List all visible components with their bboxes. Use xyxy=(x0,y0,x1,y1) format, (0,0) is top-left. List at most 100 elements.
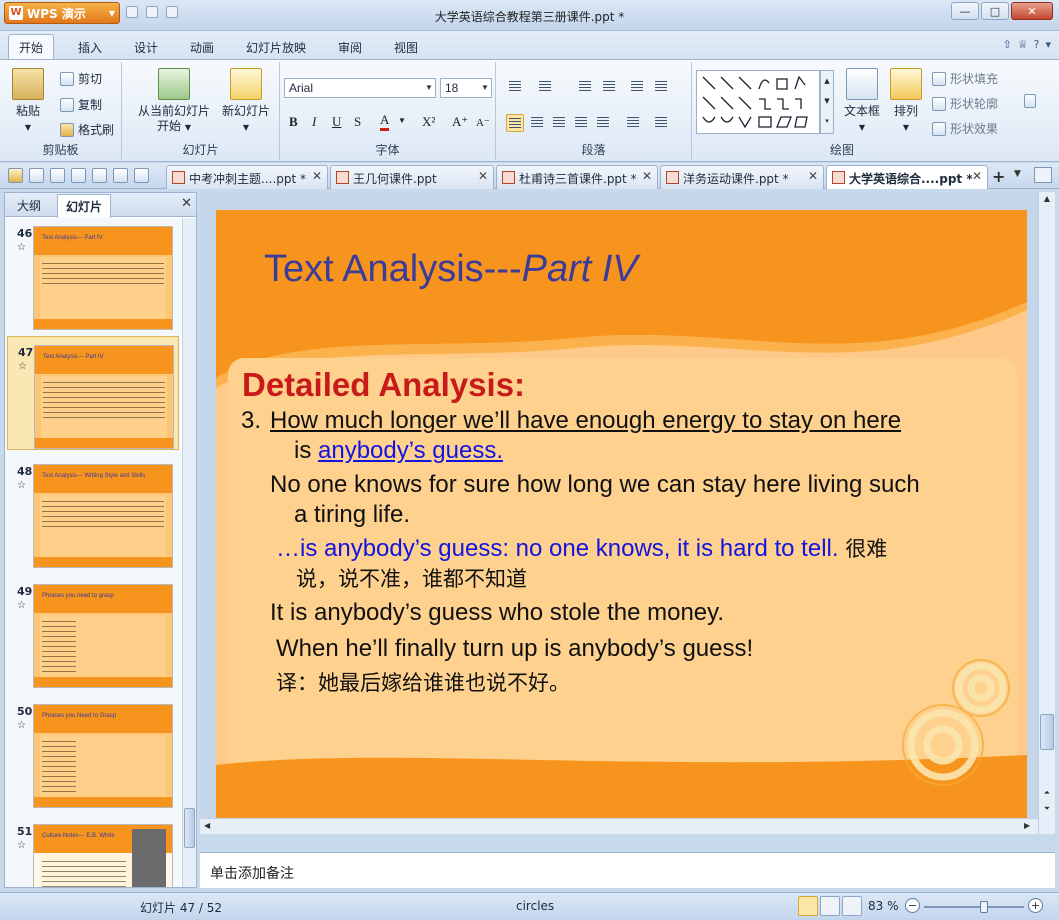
scroll-up-icon[interactable]: ▲ xyxy=(1039,194,1055,203)
chevron-down-icon[interactable]: ▼ xyxy=(398,116,406,125)
copy-button[interactable]: 复制 xyxy=(60,96,102,113)
align-text-icon[interactable] xyxy=(652,78,670,96)
number-list-icon[interactable] xyxy=(536,78,554,96)
up-arrow-icon[interactable]: ⇧ xyxy=(1003,38,1012,51)
slide-thumbnail[interactable]: 50 ☆ Phrases you Need to Grasp xyxy=(7,696,179,810)
print-preview-icon[interactable] xyxy=(71,168,86,183)
italic-button[interactable]: I xyxy=(312,114,316,130)
play-from-current-button[interactable]: 从当前幻灯片 开始 ▼ xyxy=(128,68,220,135)
font-name-select[interactable]: Arial ▼ xyxy=(284,78,436,98)
font-size-select[interactable]: 18 ▼ xyxy=(440,78,492,98)
align-left-icon[interactable] xyxy=(506,114,524,132)
anybodys-guess-link[interactable]: anybody’s guess. xyxy=(318,437,503,464)
text-direction-icon[interactable] xyxy=(628,78,646,96)
slide-thumbnail[interactable]: 51 ☆ Culture Notes--- E.B. White xyxy=(7,816,179,887)
scroll-thumb[interactable] xyxy=(184,808,195,848)
align-right-icon[interactable] xyxy=(550,114,568,132)
tab-slideshow[interactable]: 幻灯片放映 xyxy=(240,37,312,58)
arrange-button[interactable]: 排列 ▼ xyxy=(886,68,926,135)
options-icon[interactable]: ▾ xyxy=(1045,38,1051,51)
open-folder-icon[interactable] xyxy=(8,168,23,183)
close-tab-icon[interactable]: ✕ xyxy=(478,169,488,183)
doc-tab-active[interactable]: 大学英语综合....ppt * ✕ xyxy=(826,165,988,189)
doc-tab[interactable]: 杜甫诗三首课件.ppt * ✕ xyxy=(496,165,658,189)
shapes-gallery[interactable] xyxy=(696,70,820,134)
notes-pane[interactable]: 单击添加备注 xyxy=(200,852,1055,888)
maximize-button[interactable]: □ xyxy=(981,2,1009,20)
tab-slides[interactable]: 幻灯片 xyxy=(57,194,112,219)
slide-thumbnail[interactable]: 48 ☆ Text Analysis--- Writing Style and … xyxy=(7,456,179,570)
slide-sorter-view-icon[interactable] xyxy=(820,896,840,916)
slides-pane-scrollbar[interactable] xyxy=(182,218,196,887)
justify-icon[interactable] xyxy=(572,114,590,132)
zoom-out-icon[interactable]: − xyxy=(905,898,920,913)
format-painter-button[interactable]: 格式刷 xyxy=(60,121,114,138)
slide-thumbnail[interactable]: 49 ☆ Phrases you need to grasp xyxy=(7,576,179,690)
customize-icon[interactable] xyxy=(134,168,149,183)
bullet-list-icon[interactable] xyxy=(506,78,524,96)
shrink-font-button[interactable]: A⁻ xyxy=(476,116,490,129)
close-tab-icon[interactable]: ✕ xyxy=(972,169,982,183)
textbox-button[interactable]: 文本框 ▼ xyxy=(840,68,884,135)
skin-icon[interactable]: ♕ xyxy=(1018,38,1028,51)
tab-home[interactable]: 开始 xyxy=(8,34,55,62)
scroll-left-icon[interactable]: ◀ xyxy=(204,821,210,830)
close-button[interactable]: ✕ xyxy=(1011,2,1053,20)
current-slide[interactable]: Text Analysis---Part IV Detailed Analysi… xyxy=(216,210,1027,822)
columns-icon[interactable] xyxy=(652,114,670,132)
editor-horizontal-scrollbar[interactable]: ◀ ▶ xyxy=(200,818,1038,834)
shadow-button[interactable]: S xyxy=(354,114,361,130)
redo-icon[interactable] xyxy=(113,168,128,183)
undo-icon[interactable] xyxy=(92,168,107,183)
next-slide-icon[interactable]: ⏷ xyxy=(1039,804,1055,814)
font-color-button[interactable]: A xyxy=(380,112,390,131)
doc-tab[interactable]: 王几何课件.ppt ✕ xyxy=(330,165,494,189)
tab-list-icon[interactable]: ▼ xyxy=(1014,169,1021,179)
slideshow-view-icon[interactable] xyxy=(842,896,862,916)
distribute-icon[interactable] xyxy=(594,114,612,132)
scroll-thumb[interactable] xyxy=(1040,714,1054,750)
bold-button[interactable]: B xyxy=(289,114,298,130)
scroll-right-icon[interactable]: ▶ xyxy=(1024,821,1030,830)
cut-button[interactable]: 剪切 xyxy=(60,70,102,87)
zoom-slider-knob[interactable] xyxy=(980,901,988,913)
shapes-gallery-scroll[interactable]: ▲ ▼ ▾ xyxy=(820,70,834,134)
zoom-in-icon[interactable]: + xyxy=(1028,898,1043,913)
ribbon-overflow[interactable] xyxy=(1024,94,1036,108)
close-tab-icon[interactable]: ✕ xyxy=(312,169,322,183)
tab-outline[interactable]: 大纲 xyxy=(17,197,41,214)
line-spacing-icon[interactable] xyxy=(624,114,642,132)
doc-tab[interactable]: 中考冲刺主题....ppt * ✕ xyxy=(166,165,328,189)
shape-fill-button[interactable]: 形状填充 xyxy=(932,70,998,87)
slide-heading[interactable]: Detailed Analysis: xyxy=(242,366,525,404)
decrease-indent-icon[interactable] xyxy=(576,78,594,96)
doc-tab[interactable]: 洋务运动课件.ppt * ✕ xyxy=(660,165,824,189)
paste-button[interactable]: 粘贴 ▼ xyxy=(8,68,48,135)
align-center-icon[interactable] xyxy=(528,114,546,132)
shape-outline-button[interactable]: 形状轮廓 xyxy=(932,95,998,112)
normal-view-icon[interactable] xyxy=(798,896,818,916)
slide-title[interactable]: Text Analysis---Part IV xyxy=(264,248,638,291)
tab-animation[interactable]: 动画 xyxy=(184,37,220,58)
close-icon[interactable]: ✕ xyxy=(181,196,192,211)
close-tab-icon[interactable]: ✕ xyxy=(808,169,818,183)
editor-vertical-scrollbar[interactable]: ▲ ⏶ ⏷ xyxy=(1038,192,1055,834)
window-mode-icon[interactable] xyxy=(1034,167,1052,183)
underline-button[interactable]: U xyxy=(332,114,341,130)
print-icon[interactable] xyxy=(50,168,65,183)
save-icon[interactable] xyxy=(29,168,44,183)
shape-effect-button[interactable]: 形状效果 xyxy=(932,120,998,137)
slide-thumbnail-selected[interactable]: 47 ☆ Text Analysis--- Part IV xyxy=(7,336,179,450)
new-slide-button[interactable]: 新幻灯片 ▼ xyxy=(218,68,274,135)
tab-view[interactable]: 视图 xyxy=(388,37,424,58)
tab-design[interactable]: 设计 xyxy=(128,37,164,58)
previous-slide-icon[interactable]: ⏶ xyxy=(1039,788,1055,798)
increase-indent-icon[interactable] xyxy=(600,78,618,96)
grow-font-button[interactable]: A⁺ xyxy=(452,114,468,130)
minimize-button[interactable]: — xyxy=(951,2,979,20)
new-tab-icon[interactable]: + xyxy=(992,167,1005,186)
superscript-button[interactable]: X² xyxy=(422,114,435,130)
close-tab-icon[interactable]: ✕ xyxy=(642,169,652,183)
slide-thumbnail[interactable]: 46 ☆ Text Analysis--- Part IV xyxy=(7,218,179,332)
zoom-slider[interactable] xyxy=(924,901,1024,913)
